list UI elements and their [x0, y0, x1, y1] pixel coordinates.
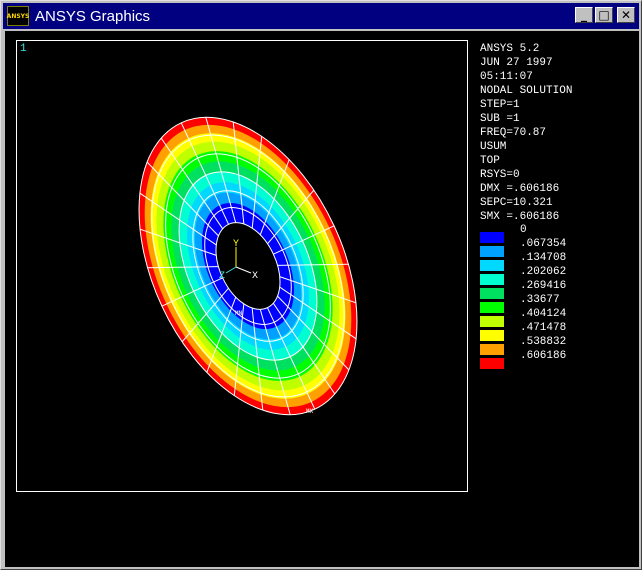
legend-value: .202062 — [520, 266, 567, 278]
legend-value: .538832 — [520, 336, 567, 348]
info-line: NODAL SOLUTION — [480, 85, 573, 97]
legend-entry: .606186 — [480, 350, 566, 370]
node-label-max: MX — [306, 408, 314, 415]
maximize-button[interactable]: □ — [595, 7, 613, 23]
legend-value: .134708 — [520, 252, 567, 264]
info-line: RSYS=0 — [480, 169, 520, 181]
legend-value: .067354 — [520, 238, 567, 250]
triad-x-label: X — [252, 271, 258, 282]
info-line: 05:11:07 — [480, 71, 533, 83]
legend-swatch — [480, 343, 504, 355]
legend-swatch — [480, 231, 504, 243]
legend-value: 0 — [520, 224, 527, 236]
legend-swatch — [480, 245, 504, 257]
ansys-graphics-window: ANSYS ANSYS Graphics _ □ ✕ 1 Y X Z MN MX… — [0, 0, 642, 570]
legend-swatch — [480, 357, 504, 369]
triad-z-label: Z — [219, 271, 225, 282]
info-line: JUN 27 1997 — [480, 57, 553, 69]
info-line: STEP=1 — [480, 99, 520, 111]
legend-swatch — [480, 301, 504, 313]
legend-swatch — [480, 329, 504, 341]
plot-info: ANSYS 5.2 JUN 27 1997 05:11:07 NODAL SOL… — [480, 42, 572, 224]
node-label-min: MN — [235, 310, 243, 317]
legend-value: .606186 — [520, 350, 567, 362]
ansys-logo-icon[interactable]: ANSYS — [7, 6, 29, 26]
legend-swatch — [480, 287, 504, 299]
legend-swatch — [480, 259, 504, 271]
info-line: DMX =.606186 — [480, 183, 560, 195]
legend-value: .269416 — [520, 280, 567, 292]
info-line: SUB =1 — [480, 113, 520, 125]
window-title: ANSYS Graphics — [35, 7, 151, 25]
title-bar[interactable]: ANSYS ANSYS Graphics _ □ ✕ — [3, 3, 639, 29]
close-button[interactable]: ✕ — [617, 7, 635, 23]
info-line: SMX =.606186 — [480, 211, 560, 223]
contour-legend: 0 .067354 .134708 .202062 .269416 .33677 — [480, 224, 567, 370]
legend-swatch — [480, 273, 504, 285]
legend-value: .33677 — [520, 294, 560, 306]
info-line: TOP — [480, 155, 500, 167]
graphics-canvas[interactable]: 1 Y X Z MN MX ANSYS 5.2 JUN 27 1997 05:1… — [5, 31, 639, 567]
info-line: USUM — [480, 141, 507, 153]
legend-swatch — [480, 315, 504, 327]
info-line: FREQ=70.87 — [480, 127, 547, 139]
legend-value: .404124 — [520, 308, 567, 320]
triad-y-label: Y — [233, 239, 239, 250]
minimize-button[interactable]: _ — [575, 7, 593, 23]
info-line: ANSYS 5.2 — [480, 43, 540, 55]
info-line: SEPC=10.321 — [480, 197, 553, 209]
legend-value: .471478 — [520, 322, 567, 334]
